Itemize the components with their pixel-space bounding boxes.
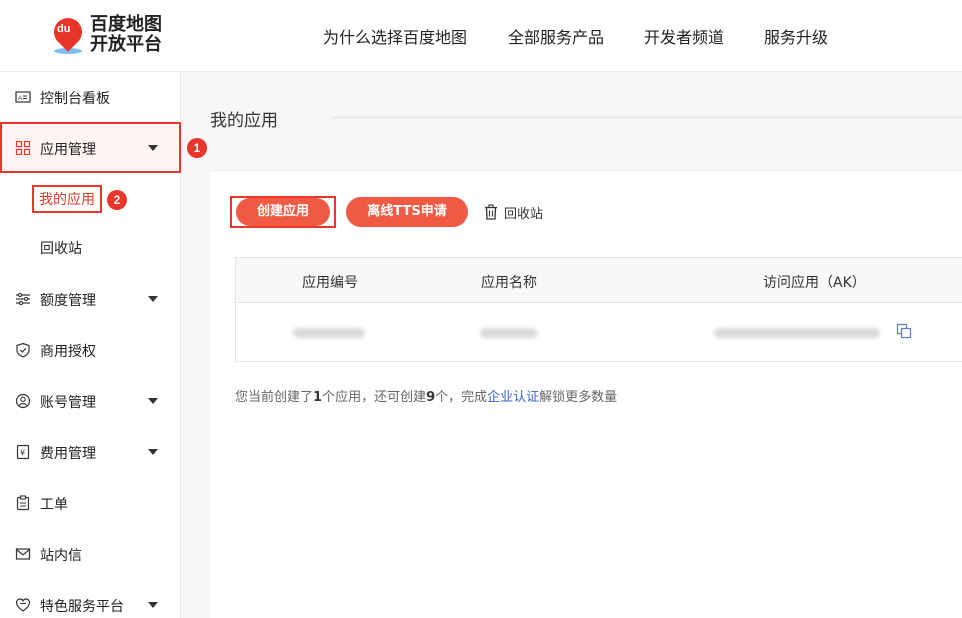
sidebar-item-label: 费用管理 (40, 446, 96, 462)
sidebar-item-label: 账号管理 (40, 395, 96, 411)
column-header-app-id: 应用编号 (302, 275, 358, 291)
nav-service-upgrade[interactable]: 服务升级 (764, 24, 828, 48)
sidebar-item-ticket[interactable]: 工单 (0, 481, 181, 525)
user-circle-icon (15, 393, 31, 409)
caret-down-icon (148, 398, 158, 404)
title-divider (332, 117, 962, 118)
hint-text: 个，完成 (435, 390, 488, 405)
sidebar-item-label: 工单 (40, 497, 68, 513)
column-header-app-name: 应用名称 (481, 275, 537, 291)
logo-title-line1: 百度地图 (90, 14, 162, 35)
sidebar-item-messages[interactable]: 站内信 (0, 532, 181, 576)
nav-developer-channel[interactable]: 开发者频道 (644, 24, 724, 48)
caret-down-icon (148, 602, 158, 608)
offline-tts-apply-button[interactable]: 离线TTS申请 (346, 197, 468, 227)
dashboard-card-icon: A (15, 91, 31, 103)
page-title: 我的应用 (210, 111, 278, 131)
svg-text:¥: ¥ (20, 449, 25, 458)
column-header-access-key: 访问应用（AK） (763, 275, 866, 291)
step-badge-2: 2 (107, 190, 127, 210)
app-name-redacted (480, 328, 538, 338)
hint-text: 您当前创建了 (235, 390, 314, 405)
app-table: 应用编号 应用名称 访问应用（AK） (235, 257, 962, 362)
sidebar-item-billing-management[interactable]: ¥ 费用管理 (0, 430, 181, 474)
enterprise-verification-link[interactable]: 企业认证 (487, 390, 539, 405)
heart-shield-icon (15, 598, 31, 612)
sidebar-item-label: 站内信 (40, 548, 82, 564)
sidebar-item-commercial-license[interactable]: 商用授权 (0, 328, 181, 372)
hint-text: 个应用，还可创建 (322, 390, 427, 405)
top-header: du 百度地图 开放平台 为什么选择百度地图 全部服务产品 开发者频道 服务升级 (0, 0, 962, 72)
shield-check-icon (16, 342, 30, 358)
caret-down-icon (148, 296, 158, 302)
sidebar-item-label: 商用授权 (40, 344, 96, 360)
sidebar-item-account-management[interactable]: 账号管理 (0, 379, 181, 423)
sidebar-item-label: 应用管理 (40, 142, 96, 158)
sidebar-item-label: 控制台看板 (40, 91, 110, 107)
hint-text: 解锁更多数量 (539, 390, 618, 405)
baidu-map-logo[interactable]: du 百度地图 开放平台 (48, 12, 170, 58)
sidebar-item-dashboard[interactable]: A 控制台看板 (0, 75, 181, 119)
trash-icon (485, 204, 497, 220)
caret-down-icon (148, 145, 158, 151)
grid-icon (15, 140, 31, 156)
nav-why-baidu-map[interactable]: 为什么选择百度地图 (323, 24, 467, 48)
sub-item-recycle-bin[interactable]: 回收站 (40, 238, 82, 258)
app-id-redacted (293, 328, 365, 338)
access-key-redacted (714, 328, 880, 338)
logo-pin-text: du (57, 23, 71, 35)
caret-down-icon (148, 449, 158, 455)
recycle-bin-label: 回收站 (504, 207, 544, 222)
svg-text:A: A (18, 96, 22, 102)
sliders-icon (16, 292, 30, 306)
sidebar-item-app-management[interactable]: 应用管理 (0, 122, 181, 173)
nav-all-products[interactable]: 全部服务产品 (508, 24, 604, 48)
sidebar-item-quota-management[interactable]: 额度管理 (0, 277, 181, 321)
sidebar-item-featured-services[interactable]: 特色服务平台 (0, 583, 181, 618)
logo-title-line2: 开放平台 (90, 34, 162, 55)
app-quota-hint: 您当前创建了1个应用，还可创建9个，完成企业认证解锁更多数量 (235, 386, 617, 405)
copy-icon[interactable] (896, 323, 912, 339)
hint-created-count: 1 (313, 390, 323, 405)
table-header: 应用编号 应用名称 访问应用（AK） (236, 258, 962, 303)
yen-receipt-icon: ¥ (16, 444, 30, 460)
create-app-button[interactable]: 创建应用 (236, 198, 330, 226)
hint-remaining-count: 9 (426, 390, 436, 405)
mail-icon (15, 548, 31, 560)
step-badge-1: 1 (187, 138, 207, 158)
sidebar: A 控制台看板 应用管理 我的应用 回收站 额度管理 商用授权 账号管理 ¥ 费… (0, 72, 181, 618)
sub-item-my-apps[interactable]: 我的应用 (32, 185, 102, 213)
sidebar-item-label: 特色服务平台 (40, 599, 124, 615)
clipboard-icon (16, 495, 30, 511)
sidebar-item-label: 额度管理 (40, 293, 96, 309)
